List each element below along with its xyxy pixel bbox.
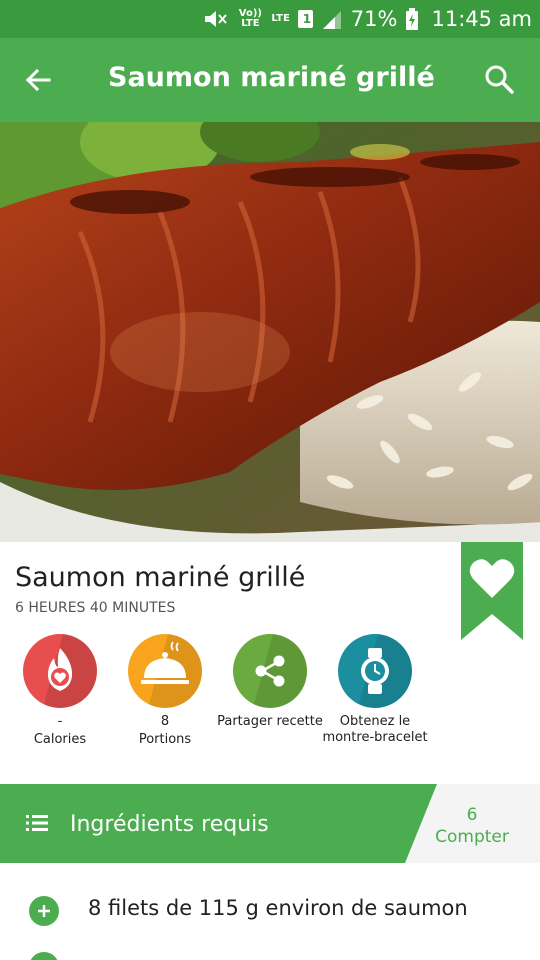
share-label: Partager recette: [217, 714, 323, 729]
sim-icon: 1: [297, 10, 313, 28]
add-ingredient-icon[interactable]: [29, 952, 59, 960]
watch-label: Obtenez le montre-bracelet: [322, 714, 428, 745]
calories-label: Calories: [33, 732, 87, 747]
portions-value: 8: [160, 714, 170, 729]
ingredients-count: 6 Compter: [430, 804, 514, 848]
watch-circle: [338, 634, 412, 708]
ingredients-count-label: Compter: [435, 827, 509, 847]
share-action[interactable]: Partager recette: [215, 634, 325, 730]
ingredient-item[interactable]: [0, 938, 540, 960]
calories-value: -: [57, 714, 63, 729]
volte-indicator: Vo)) LTE: [238, 8, 262, 29]
portions-circle: [128, 634, 202, 708]
back-arrow-icon[interactable]: [18, 60, 58, 100]
recipe-photo: [0, 122, 540, 542]
signal-icon: [322, 11, 341, 29]
app-bar-title: Saumon mariné grillé: [108, 62, 435, 93]
sim-number: 1: [302, 12, 312, 26]
lte-indicator: LTE: [271, 13, 290, 24]
app-bar: Saumon mariné grillé: [0, 38, 540, 122]
status-bar: Vo)) LTE LTE 1 71% 11:45 am: [0, 0, 540, 38]
battery-percent: 71%: [350, 7, 398, 31]
recipe-title: Saumon mariné grillé: [15, 562, 306, 593]
portions-label: Portions: [138, 732, 192, 747]
search-icon[interactable]: [480, 60, 520, 100]
add-ingredient-icon[interactable]: [29, 896, 59, 926]
favorite-bookmark-icon[interactable]: [461, 542, 523, 640]
clock: 11:45 am: [431, 7, 532, 31]
calories-action[interactable]: - Calories: [5, 634, 115, 748]
portions-action[interactable]: 8 Portions: [110, 634, 220, 748]
battery-charging-icon: [406, 8, 419, 30]
ingredients-title: Ingrédients requis: [70, 812, 269, 837]
share-circle: [233, 634, 307, 708]
ingredients-count-value: 6: [466, 805, 478, 825]
ingredient-text: 8 filets de 115 g environ de saumon: [88, 896, 468, 920]
recipe-duration: 6 HEURES 40 MINUTES: [15, 600, 176, 616]
list-icon: [26, 815, 48, 831]
ingredient-item[interactable]: 8 filets de 115 g environ de saumon: [0, 882, 540, 938]
mute-icon: [205, 11, 228, 27]
calories-circle: [23, 634, 97, 708]
watch-action[interactable]: Obtenez le montre-bracelet: [320, 634, 430, 746]
